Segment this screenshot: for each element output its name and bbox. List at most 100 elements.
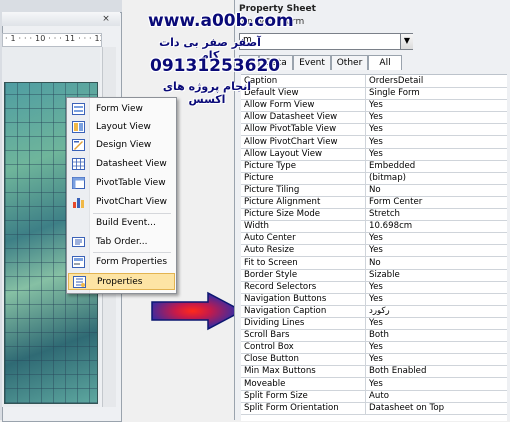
layout-view-icon — [72, 121, 85, 133]
property-row[interactable]: Scroll Bars Both — [241, 329, 509, 343]
property-row[interactable]: Min Max Buttons Both Enabled — [241, 365, 509, 379]
form-properties-icon — [72, 256, 85, 268]
menu-item-datasheet-view[interactable]: Datasheet View — [68, 156, 175, 173]
menu-item-pivotchart-view[interactable]: PivotChart View — [68, 194, 175, 211]
tab-all[interactable]: All — [368, 55, 402, 70]
property-row[interactable]: Picture Alignment Form Center — [241, 196, 507, 209]
property-name: Navigation Buttons — [244, 293, 327, 304]
menu-item-form-properties[interactable]: Form Properties — [68, 254, 175, 271]
property-name: Picture Alignment — [244, 197, 321, 207]
property-row[interactable]: Allow Datasheet View Yes — [241, 111, 509, 125]
property-name: Allow PivotTable View — [244, 124, 337, 135]
property-value[interactable]: Yes — [365, 377, 509, 390]
property-value[interactable]: Yes — [365, 280, 509, 293]
property-row[interactable]: Split Form Size Auto — [241, 389, 509, 403]
property-name: Picture Type — [244, 160, 297, 171]
property-value[interactable]: Single Form — [365, 87, 509, 100]
property-row[interactable]: Auto Resize Yes — [241, 244, 509, 258]
property-row[interactable]: Picture (bitmap) — [241, 171, 509, 185]
tab-event[interactable]: Event — [293, 55, 331, 70]
property-value[interactable]: Both Enabled — [365, 365, 509, 378]
property-value[interactable]: Auto — [365, 389, 509, 402]
property-value[interactable]: 10.698cm — [365, 220, 509, 233]
property-value[interactable]: Sizable — [365, 268, 509, 281]
object-selector-dropdown[interactable]: m ▼ — [239, 33, 413, 50]
property-row[interactable]: Dividing Lines Yes — [241, 317, 507, 330]
property-row[interactable]: Moveable Yes — [241, 377, 509, 391]
watermark-phone: 09131253620 — [150, 56, 281, 76]
property-value[interactable]: Yes — [365, 317, 509, 329]
pointer-arrow-icon — [151, 291, 244, 331]
menu-item-pivottable-view[interactable]: PivotTable View — [68, 175, 175, 192]
property-value[interactable]: Stretch — [365, 208, 509, 221]
property-name: Moveable — [244, 378, 286, 389]
property-value[interactable]: Yes — [365, 232, 509, 245]
property-value[interactable]: No — [365, 183, 509, 196]
property-value[interactable]: Yes — [365, 341, 509, 354]
menu-item-layout-view[interactable]: Layout View — [68, 119, 175, 136]
property-value[interactable]: Both — [365, 329, 509, 342]
menu-item-design-view[interactable]: Design View — [68, 137, 175, 154]
property-row[interactable]: Fit to Screen No — [241, 256, 509, 270]
property-value[interactable]: Yes — [365, 111, 509, 124]
property-row[interactable]: Navigation Caption رکورد — [241, 304, 509, 318]
property-name: Record Selectors — [244, 281, 317, 292]
property-row[interactable]: Control Box Yes — [241, 341, 509, 355]
property-row[interactable]: Allow Form View Yes — [241, 99, 509, 113]
property-row[interactable]: Allow Layout View Yes — [241, 147, 509, 161]
property-name: Navigation Caption — [244, 305, 327, 316]
datasheet-view-icon — [72, 158, 85, 170]
property-name: Auto Resize — [244, 245, 295, 256]
property-row[interactable]: Close Button Yes — [241, 353, 509, 367]
property-name: Close Button — [244, 354, 299, 365]
property-value[interactable]: رکورد — [365, 304, 509, 317]
horizontal-ruler: · 1 · · · 10 · · · 11 · · · 12 · · · 13 … — [2, 33, 102, 47]
property-row[interactable]: Allow PivotTable View Yes — [241, 123, 509, 137]
tab-order-icon — [72, 237, 85, 247]
close-icon[interactable]: × — [100, 13, 112, 25]
property-row[interactable]: Default View Single Form — [241, 87, 509, 101]
property-value[interactable]: Yes — [365, 353, 509, 366]
property-row[interactable]: Caption OrdersDetail — [241, 75, 507, 88]
property-value[interactable]: Embedded — [365, 159, 509, 172]
property-value[interactable]: (bitmap) — [365, 171, 509, 184]
property-row[interactable]: Allow PivotChart View Yes — [241, 135, 509, 149]
property-name: Picture Size Mode — [244, 209, 321, 220]
menu-item-tab-order[interactable]: Tab Order... — [68, 234, 175, 251]
property-row[interactable]: Picture Size Mode Stretch — [241, 208, 509, 222]
chevron-down-icon[interactable]: ▼ — [400, 34, 413, 49]
property-row[interactable]: Width 10.698cm — [241, 220, 509, 234]
property-value[interactable]: Form Center — [365, 196, 509, 208]
menu-item-build-event[interactable]: Build Event... — [68, 215, 175, 232]
menu-item-label: Design View — [96, 140, 152, 150]
property-row[interactable]: Picture Tiling No — [241, 183, 509, 197]
property-row[interactable]: Split Form Orientation Datasheet on Top — [241, 401, 509, 415]
property-row[interactable]: Auto Center Yes — [241, 232, 509, 246]
property-name: Border Style — [244, 269, 298, 280]
menu-item-label: Properties — [97, 277, 143, 287]
property-row[interactable]: Border Style Sizable — [241, 268, 509, 282]
property-name: Width — [244, 221, 269, 232]
property-value[interactable]: No — [365, 256, 509, 269]
property-value[interactable]: Yes — [365, 244, 509, 257]
property-value[interactable]: Yes — [365, 292, 509, 305]
property-row[interactable]: Record Selectors Yes — [241, 280, 509, 294]
property-value[interactable]: Yes — [365, 147, 509, 160]
menu-item-properties[interactable]: Properties — [68, 273, 175, 290]
property-value[interactable]: OrdersDetail — [365, 75, 509, 87]
menu-item-label: Form Properties — [96, 257, 168, 267]
property-value[interactable]: Yes — [365, 99, 509, 112]
property-name: Scroll Bars — [244, 330, 290, 341]
property-name: Picture Tiling — [244, 184, 300, 195]
watermark-slogan: انجام پروژه های اکسس — [162, 80, 252, 106]
property-value[interactable]: Yes — [365, 135, 509, 148]
watermark-url: www.a00b.com — [148, 11, 294, 31]
property-value[interactable]: Datasheet on Top — [365, 401, 509, 414]
property-row[interactable]: Navigation Buttons Yes — [241, 292, 509, 306]
menu-item-label: PivotChart View — [96, 197, 168, 207]
property-name: Fit to Screen — [244, 257, 298, 268]
tab-other[interactable]: Other — [331, 55, 368, 70]
property-row[interactable]: Picture Type Embedded — [241, 159, 509, 173]
menu-item-label: Tab Order... — [96, 237, 148, 247]
property-value[interactable]: Yes — [365, 123, 509, 136]
